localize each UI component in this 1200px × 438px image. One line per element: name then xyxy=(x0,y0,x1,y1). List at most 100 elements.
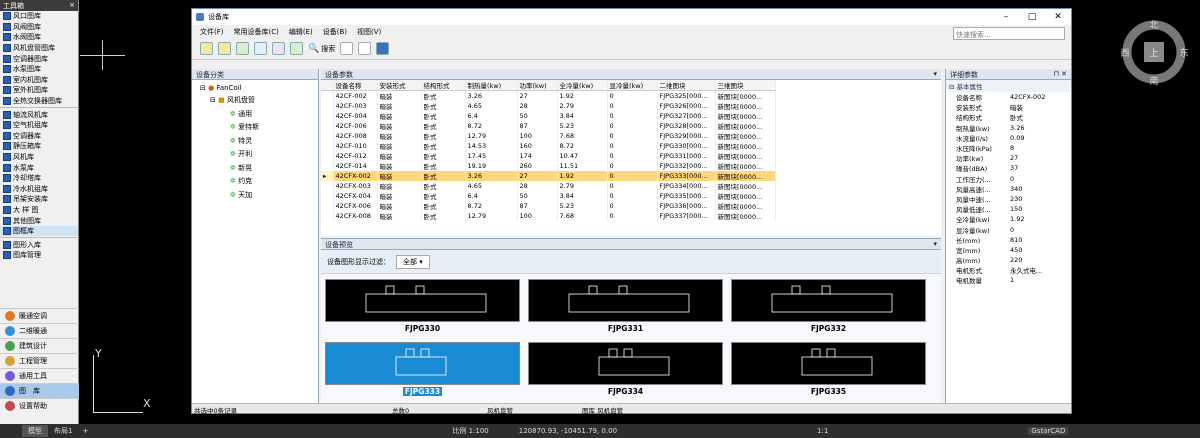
export-icon[interactable] xyxy=(254,42,267,55)
module-button[interactable]: 建筑设计 xyxy=(0,338,79,353)
tree-leaf[interactable]: ❁ 新晃 xyxy=(200,163,318,173)
tree-leaf[interactable]: ❁ 通用 xyxy=(200,109,318,119)
table-row[interactable]: 42CF-008 暗装 卧式 12.79 100 7.68 0 FJPG329[000... 新… xyxy=(321,131,776,141)
open-file-icon[interactable] xyxy=(218,42,231,55)
toolbox-item[interactable]: 水阀图库 xyxy=(0,32,78,43)
save-icon[interactable] xyxy=(236,42,249,55)
add-layout-icon[interactable]: + xyxy=(78,426,92,436)
detail-row[interactable]: 全冷量(kw) 1.92 xyxy=(954,214,1047,224)
pin-icon[interactable]: ⊓ ✕ xyxy=(1053,70,1067,78)
column-header[interactable]: 三维图块 xyxy=(715,80,776,91)
viewcube-compass[interactable]: 北 南 东 西 上 xyxy=(1118,16,1190,88)
tree-leaf[interactable]: ❁ 特灵 xyxy=(200,136,318,146)
detail-row[interactable]: 工作压力(... 0 xyxy=(954,174,1047,184)
zoom-readout[interactable]: 1:1 xyxy=(817,427,828,435)
toolbox-item[interactable]: 空调器图库 xyxy=(0,53,78,64)
toolbox-item[interactable]: 风阀图库 xyxy=(0,22,78,33)
ok-icon[interactable] xyxy=(376,42,390,55)
table-row[interactable]: 42CFX-006 暗装 卧式 8.72 87 5.23 0 FJPG336[000... 新图… xyxy=(321,201,776,211)
dropdown-icon[interactable]: ▾ xyxy=(933,70,937,78)
dropdown-icon[interactable]: ▾ xyxy=(933,240,937,248)
column-header[interactable]: 功率(kw) xyxy=(517,80,558,91)
toolbox-item[interactable]: 大 样 图 xyxy=(0,205,78,216)
close-icon[interactable]: ✕ xyxy=(1045,9,1071,25)
preview-thumbnail[interactable] xyxy=(528,342,723,385)
tree-leaf[interactable]: ❁ 开利 xyxy=(200,149,318,159)
table-row[interactable]: 42CF-004 暗装 卧式 6.4 50 3.84 0 FJPG327[000... 新图块[… xyxy=(321,111,776,121)
module-button[interactable]: 图 库 xyxy=(0,383,79,398)
table-row[interactable]: 42CF-012 暗装 卧式 17.45 174 10.47 0 FJPG331[000...… xyxy=(321,151,776,161)
detail-row[interactable]: 风量低速(... 150 xyxy=(954,204,1047,214)
table-row[interactable]: 42CFX-003 暗装 卧式 4.65 28 2.79 0 FJPG334[000... 新图… xyxy=(321,181,776,191)
search-button[interactable]: 🔍 搜索 xyxy=(308,44,335,54)
module-button[interactable]: 通用工具 xyxy=(0,368,79,383)
detail-row[interactable]: 风量高速(... 340 xyxy=(954,184,1047,194)
preview-thumbnail[interactable] xyxy=(528,279,723,322)
toolbox-item[interactable]: 轴流风机库 xyxy=(0,109,78,120)
table-row[interactable]: 42CF-010 暗装 卧式 14.53 160 8.72 0 FJPG330[000... 新… xyxy=(321,141,776,151)
compass-south[interactable]: 南 xyxy=(1149,75,1158,87)
preview-thumbnail[interactable] xyxy=(325,342,520,385)
compass-east[interactable]: 东 xyxy=(1179,47,1188,59)
detail-row[interactable]: 制热量(kw) 3.26 xyxy=(954,123,1047,133)
menu-item[interactable]: 编辑(E) xyxy=(289,27,313,37)
compass-top[interactable]: 上 xyxy=(1149,48,1158,59)
minimize-icon[interactable]: – xyxy=(993,9,1019,25)
scale-readout[interactable]: 比例 1:100 xyxy=(452,426,488,436)
column-header[interactable]: 设备名称 xyxy=(333,80,378,91)
toolbox-item[interactable]: 图库管理 xyxy=(0,250,78,261)
module-button[interactable]: 设置帮助 xyxy=(0,398,79,413)
detail-row[interactable]: 宽(mm) 450 xyxy=(954,245,1047,255)
detail-row[interactable]: 显冷量(kw) 0 xyxy=(954,224,1047,235)
column-header[interactable]: 结构形式 xyxy=(421,80,466,91)
compass-north[interactable]: 北 xyxy=(1149,20,1158,31)
column-header[interactable]: 二维图块 xyxy=(657,80,716,91)
sort-icon[interactable] xyxy=(358,42,372,55)
detail-row[interactable]: 安装形式 暗装 xyxy=(954,102,1047,112)
column-header[interactable]: 全冷量(kw) xyxy=(557,80,608,91)
import-icon[interactable] xyxy=(290,42,303,55)
detail-row[interactable]: 噪音(dBA) 37 xyxy=(954,163,1047,173)
menu-item[interactable]: 文件(F) xyxy=(200,27,224,37)
preview-thumbnail[interactable] xyxy=(731,342,926,385)
tab-model[interactable]: 模型 xyxy=(22,425,48,437)
table-row[interactable]: ▸ 42CFX-002 暗装 卧式 3.26 27 1.92 0 FJPG333[000... 新… xyxy=(321,171,776,181)
table-row[interactable]: 42CF-006 暗装 卧式 8.72 87 5.23 0 FJPG328[000... 新图块… xyxy=(321,121,776,131)
column-header[interactable]: 显冷量(kw) xyxy=(607,80,658,91)
toolbox-item[interactable]: 空调器库 xyxy=(0,131,78,142)
edit-icon[interactable] xyxy=(272,42,285,55)
quick-search-input[interactable]: 快速搜索... xyxy=(953,27,1065,40)
detail-row[interactable]: 水流量(l/s) 0.09 xyxy=(954,133,1047,143)
preview-thumbnail[interactable] xyxy=(325,279,520,322)
detail-row[interactable]: 设备名称 42CFX-002 xyxy=(954,92,1047,102)
close-icon[interactable]: × xyxy=(69,1,75,10)
toolbox-item[interactable]: 图框库 xyxy=(0,225,78,237)
detail-row[interactable]: 电机数量 1 xyxy=(954,275,1047,285)
toolbox-item[interactable]: 静压箱库 xyxy=(0,141,78,152)
table-row[interactable]: 42CF-002 暗装 卧式 3.26 27 1.92 0 FJPG325[000... 新图块… xyxy=(321,90,776,101)
toolbox-item[interactable]: 冷却塔库 xyxy=(0,173,78,184)
module-button[interactable]: 暖通空调 xyxy=(0,308,79,323)
tree-leaf[interactable]: ❁ 爱特斯 xyxy=(200,122,318,132)
toolbox-item[interactable]: 风机库 xyxy=(0,152,78,163)
detail-row[interactable]: 功率(kw) 27 xyxy=(954,153,1047,163)
table-row[interactable]: 42CFX-008 暗装 卧式 12.79 100 7.68 0 FJPG337[000...… xyxy=(321,211,776,221)
module-button[interactable]: 工程管理 xyxy=(0,353,79,368)
table-row[interactable]: 42CF-003 暗装 卧式 4.65 28 2.79 0 FJPG326[000... 新图块… xyxy=(321,101,776,111)
toolbox-item[interactable]: 水泵图库 xyxy=(0,64,78,75)
toolbox-item[interactable]: 室外机图库 xyxy=(0,85,78,96)
menu-item[interactable]: 常用设备库(C) xyxy=(234,27,279,37)
preview-thumbnail[interactable] xyxy=(731,279,926,322)
tab-layout[interactable]: 布局1 xyxy=(48,425,78,437)
detail-row[interactable]: 长(mm) 810 xyxy=(954,235,1047,245)
tree-node[interactable]: ⊟ ■ 风机盘管 xyxy=(200,95,318,105)
tree-leaf[interactable]: ❁ 天加 xyxy=(200,190,318,200)
toolbox-item[interactable]: 吊架安装库 xyxy=(0,194,78,205)
toolbox-item[interactable]: 风口图库 xyxy=(0,11,78,22)
detail-row[interactable]: 水压降(kPa) 8 xyxy=(954,143,1047,153)
toolbox-item[interactable]: 其他图库 xyxy=(0,215,78,226)
module-button[interactable]: 二维暖通 xyxy=(0,323,79,338)
toolbox-item[interactable]: 风机盘管图库 xyxy=(0,43,78,54)
table-row[interactable]: 42CFX-004 暗装 卧式 6.4 50 3.84 0 FJPG335[000... 新图块… xyxy=(321,191,776,201)
detail-row[interactable]: 高(mm) 220 xyxy=(954,255,1047,265)
